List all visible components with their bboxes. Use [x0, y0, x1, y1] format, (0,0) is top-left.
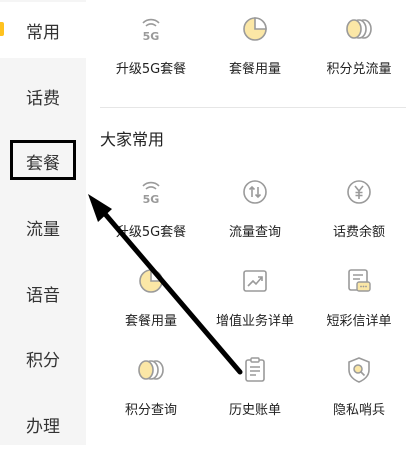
privacy-shield-icon	[344, 355, 374, 385]
shortcut-label: 升级5G套餐	[115, 225, 187, 240]
sidebar-item-points[interactable]: 积分	[0, 330, 86, 386]
coins-icon	[136, 355, 166, 385]
shortcut-label: 历史账单	[228, 403, 281, 418]
shortcut-label: 话费余额	[332, 225, 385, 240]
sidebar-item-label: 流量	[26, 219, 60, 240]
clipboard-icon	[240, 355, 270, 385]
shortcut-label: 隐私哨兵	[332, 403, 385, 418]
shortcut-package-usage[interactable]: 套餐用量	[200, 14, 310, 84]
shortcut-label: 升级5G套餐	[115, 62, 187, 77]
sidebar-item-label: 常用	[26, 22, 60, 43]
sidebar-item-data[interactable]: 流量	[0, 199, 86, 255]
5g-icon: 5G	[136, 14, 166, 44]
active-indicator	[0, 22, 4, 36]
shortcut-points-query[interactable]: 积分查询	[96, 355, 206, 425]
shortcut-label: 套餐用量	[228, 62, 281, 77]
shortcut-bill-history[interactable]: 历史账单	[200, 355, 310, 425]
svg-text:5G: 5G	[143, 193, 160, 206]
sidebar-item-phone-bill[interactable]: 话费	[0, 68, 86, 124]
coins-icon	[344, 14, 374, 44]
data-transfer-icon	[240, 177, 270, 207]
highlight-box	[10, 140, 76, 180]
sidebar-item-voice[interactable]: 语音	[0, 265, 86, 321]
shortcut-data-query[interactable]: 流量查询	[200, 177, 310, 247]
shortcut-label: 流量查询	[228, 225, 281, 240]
sidebar-item-label: 语音	[26, 285, 60, 306]
sidebar-item-apply[interactable]: 办理	[0, 396, 86, 452]
shortcut-label: 增值业务详单	[215, 314, 294, 329]
shortcut-upgrade-5g[interactable]: 5G 升级5G套餐	[96, 14, 206, 84]
message-icon	[344, 266, 374, 296]
svg-text:5G: 5G	[143, 30, 160, 43]
main-panel: 5G 升级5G套餐 套餐用量 积分兑流量 大家常用 5G 升级5G套餐 流量查询…	[86, 0, 415, 445]
shortcut-label: 套餐用量	[124, 314, 177, 329]
shortcut-privacy-sentinel[interactable]: 隐私哨兵	[304, 355, 414, 425]
sidebar-nav: 常用 话费 套餐 流量 语音 积分 办理	[0, 0, 86, 445]
sidebar-item-label: 办理	[26, 416, 60, 437]
section-title: 大家常用	[100, 130, 165, 149]
pie-chart-icon	[136, 266, 166, 296]
sidebar-item-label: 积分	[26, 350, 60, 371]
section-divider	[100, 107, 406, 108]
shortcut-label: 短彩信详单	[326, 314, 392, 329]
shortcut-points-to-data[interactable]: 积分兑流量	[304, 14, 414, 84]
shortcut-label: 积分查询	[124, 403, 177, 418]
sidebar-item-label: 话费	[26, 88, 60, 109]
shortcut-sms-details[interactable]: 短彩信详单	[304, 266, 414, 336]
sidebar-item-common[interactable]: 常用	[0, 2, 86, 58]
pie-chart-icon	[240, 14, 270, 44]
shortcut-package-usage[interactable]: 套餐用量	[96, 266, 206, 336]
yuan-icon	[344, 177, 374, 207]
trend-chart-icon	[240, 266, 270, 296]
shortcut-upgrade-5g[interactable]: 5G 升级5G套餐	[96, 177, 206, 247]
5g-icon: 5G	[136, 177, 166, 207]
shortcut-vas-details[interactable]: 增值业务详单	[200, 266, 310, 336]
shortcut-label: 积分兑流量	[326, 62, 392, 77]
shortcut-balance[interactable]: 话费余额	[304, 177, 414, 247]
